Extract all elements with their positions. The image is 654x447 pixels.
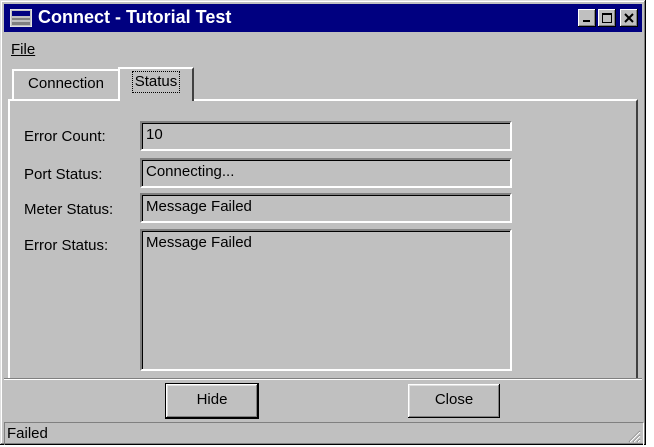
close-button[interactable]: Close [408, 384, 500, 418]
port-status-field: Connecting... [140, 158, 512, 188]
menu-file[interactable]: File [11, 41, 35, 58]
tab-connection[interactable]: Connection [12, 69, 120, 99]
status-bar: Failed [4, 422, 644, 445]
close-window-button[interactable] [620, 9, 638, 27]
hide-button[interactable]: Hide [165, 383, 259, 419]
error-status-label: Error Status: [24, 237, 109, 254]
port-status-label: Port Status: [24, 166, 103, 183]
app-window: Connect - Tutorial Test File Connection … [0, 0, 646, 445]
status-text: Failed [7, 425, 48, 442]
tab-status[interactable]: Status [118, 67, 194, 101]
close-icon [624, 13, 634, 23]
close-button-label: Close [434, 391, 474, 408]
tab-status-label: Status [131, 71, 181, 93]
minimize-button[interactable] [578, 9, 596, 27]
maximize-icon [602, 13, 612, 23]
error-count-field: 10 [140, 121, 512, 151]
hide-button-label: Hide [196, 391, 228, 408]
button-separator [4, 378, 642, 380]
maximize-button[interactable] [598, 9, 616, 27]
title-bar[interactable]: Connect - Tutorial Test [4, 4, 642, 32]
resize-grip-icon[interactable] [627, 429, 641, 443]
window-title: Connect - Tutorial Test [38, 7, 232, 27]
meter-status-label: Meter Status: [24, 201, 114, 218]
error-status-field: Message Failed [140, 229, 512, 371]
minimize-icon [583, 20, 590, 22]
error-count-label: Error Count: [24, 128, 106, 145]
connect-app-icon[interactable] [9, 8, 33, 28]
meter-status-field: Message Failed [140, 193, 512, 223]
